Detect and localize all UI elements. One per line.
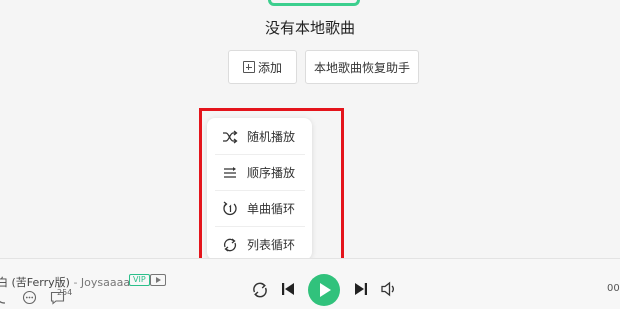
add-button[interactable]: 添加: [228, 50, 297, 84]
restore-helper-button[interactable]: 本地歌曲恢复助手: [305, 50, 419, 84]
mv-icon[interactable]: [150, 274, 166, 286]
more-icon[interactable]: [22, 290, 37, 305]
playback-time: 00: [607, 283, 620, 294]
previous-icon[interactable]: [280, 281, 296, 297]
play-mode-button[interactable]: [251, 281, 269, 299]
play-button[interactable]: [308, 274, 340, 306]
like-icon[interactable]: [0, 289, 10, 305]
artist-name[interactable]: Joysaaaa: [81, 276, 130, 289]
volume-icon[interactable]: [380, 281, 398, 297]
add-button-label: 添加: [257, 60, 282, 75]
restore-helper-label: 本地歌曲恢复助手: [313, 60, 410, 75]
highlight-box: [199, 108, 344, 268]
plus-icon: [242, 61, 255, 73]
title-separator: -: [73, 276, 78, 289]
next-icon[interactable]: [353, 281, 369, 297]
vip-badge: VIP: [129, 274, 150, 286]
comment-count: 254: [57, 288, 73, 297]
empty-state-title: 没有本地歌曲: [264, 19, 355, 37]
album-art-edge: [268, 0, 360, 6]
